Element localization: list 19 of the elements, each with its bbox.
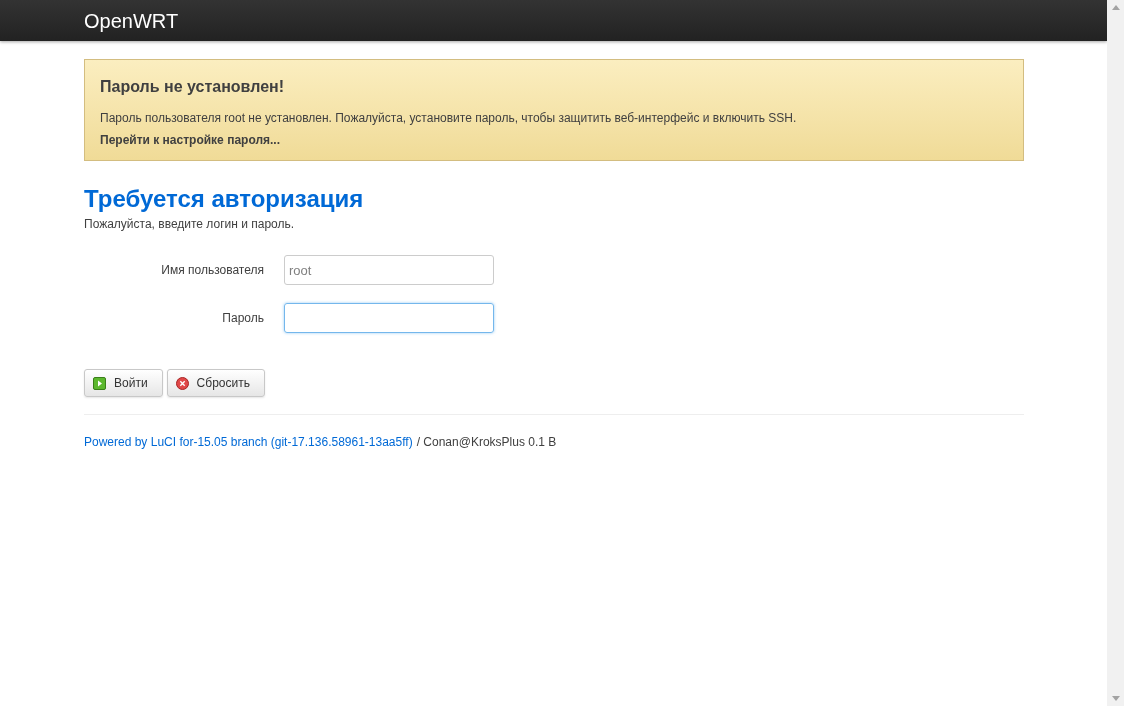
alert-text: Пароль пользователя root не установлен. Пожалуйста, установите пароль, чтобы защитить веб-интерфейс и включить SSH.: [100, 110, 798, 127]
input-field[interactable]: root: [284, 255, 494, 285]
field-label: Имя пользователя: [160, 262, 264, 279]
input-field[interactable]: [284, 303, 494, 333]
cancel-icon: [175, 376, 189, 390]
firmware-version: / Conan@KroksPlus 0.1 B: [416, 434, 557, 451]
scroll-down-icon[interactable]: [1111, 696, 1120, 701]
field-label: Пароль: [221, 310, 264, 327]
luci-version-link[interactable]: Powered by LuCI for-15.05 branch (git-17.136.58961-13aa5ff): [84, 433, 413, 451]
login-button[interactable]: Войти: [84, 369, 163, 397]
login-hint: Пожалуйста, введите логин и пароль.: [84, 216, 296, 233]
scroll-up-icon[interactable]: [1111, 5, 1120, 10]
page-title: Требуется авторизация: [84, 185, 365, 213]
play-icon: [93, 376, 106, 390]
password-settings-link[interactable]: Перейти к настройке пароля...: [100, 133, 281, 147]
reset-button[interactable]: Сбросить: [166, 369, 265, 397]
scrollbar[interactable]: [1107, 0, 1124, 706]
brand-title[interactable]: OpenWRT: [84, 10, 179, 31]
alert-title: Пароль не установлен!: [100, 77, 286, 97]
